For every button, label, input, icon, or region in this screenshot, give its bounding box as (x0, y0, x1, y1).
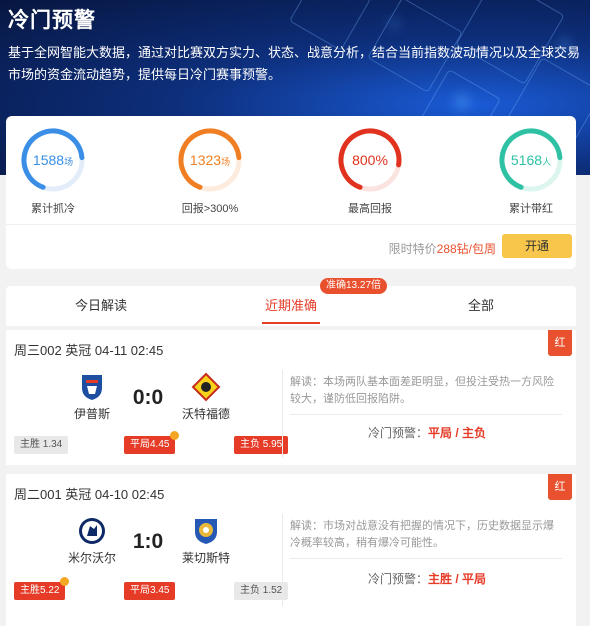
stat-label: 累计带红 (509, 203, 553, 215)
home-team: 伊普斯 (62, 372, 122, 422)
tab-today[interactable]: 今日解读 (6, 286, 196, 326)
stat-label: 最高回报 (348, 203, 392, 215)
glow-dot (455, 95, 469, 109)
away-team-name: 沃特福德 (181, 407, 230, 421)
hit-tag: 红 (548, 330, 572, 356)
home-team-name: 伊普斯 (73, 407, 110, 421)
stat-max-return: 800% 最高回报 (310, 127, 430, 216)
stat-value: 1588场 (32, 152, 74, 168)
match-analysis: 解读：市场对战意没有把握的情况下，历史数据显示爆冷概率较高，稍有爆冷可能性。 (290, 520, 554, 549)
home-team-name: 米尔沃尔 (67, 551, 116, 565)
active-tab-indicator (262, 322, 320, 324)
stat-label: 回报>300% (181, 203, 239, 215)
match-analysis: 解读：本场两队基本面差距明显，但投注受热一方风险较大，谨防低回报陷阱。 (290, 376, 554, 405)
divider (282, 514, 283, 606)
subscribe-button[interactable]: 开通 (502, 234, 572, 258)
match-title: 周三002 英冠 04-11 02:45 (14, 343, 164, 358)
tab-bar: 今日解读 近期准确 全部 (6, 286, 576, 326)
millwall-crest-icon (77, 516, 107, 546)
stat-value: 5168人 (510, 152, 552, 168)
hit-tag: 红 (548, 474, 572, 500)
accuracy-badge: 准确13.27倍 (320, 278, 388, 294)
home-team: 米尔沃尔 (62, 516, 122, 566)
odds-away-win: 主负 1.52 (234, 582, 289, 600)
divider (290, 558, 562, 559)
progress-ring: 800% (337, 127, 403, 193)
leicester-crest-icon (191, 516, 221, 546)
cold-warning: 冷门预警：主胜 / 平局 (368, 572, 487, 586)
match-score: 1:0 (132, 530, 164, 553)
stat-value: 1323场 (189, 152, 231, 168)
match-card[interactable]: 周三002 英冠 04-11 02:45 红 伊普斯 0:0 沃特福德 主胜 1… (6, 330, 576, 465)
check-badge-icon (170, 431, 180, 440)
away-team: 沃特福德 (176, 372, 236, 422)
watford-crest-icon (191, 372, 221, 402)
match-score: 0:0 (132, 386, 164, 409)
page-title: 冷门预警 (8, 9, 96, 32)
check-badge-icon (60, 577, 70, 586)
away-team: 莱切斯特 (176, 516, 236, 566)
page-description: 基于全网智能大数据，通过对比赛双方实力、状态、战意分析，结合当前指数波动情况以及… (8, 45, 581, 82)
stat-total-picks: 1588场 累计抓冷 (0, 127, 113, 216)
divider (282, 370, 283, 458)
stat-total-followers: 5168人 累计带红 (471, 127, 590, 216)
cold-warning: 冷门预警：平局 / 主负 (368, 426, 487, 440)
away-team-name: 莱切斯特 (181, 551, 230, 565)
tab-all[interactable]: 全部 (386, 286, 576, 326)
odds-draw: 平局4.45 (124, 431, 180, 454)
stat-value: 800% (352, 152, 388, 168)
match-card[interactable]: 周二001 英冠 04-10 02:45 红 米尔沃尔 1:0 莱切斯特 主胜5… (6, 474, 576, 626)
progress-ring: 1323场 (177, 127, 243, 193)
progress-ring: 5168人 (498, 127, 564, 193)
odds-home-win: 主胜5.22 (14, 577, 70, 600)
odds-home-win: 主胜 1.34 (14, 436, 69, 454)
stats-card: 1588场 累计抓冷 1323场 回报>300% 800% 最高回报 5168人… (6, 116, 576, 269)
match-title: 周二001 英冠 04-10 02:45 (14, 487, 165, 502)
glow-dot (390, 20, 398, 28)
ipswich-crest-icon (77, 372, 107, 402)
progress-ring: 1588场 (20, 127, 86, 193)
odds-away-win: 主负 5.95 (234, 436, 289, 454)
odds-draw: 平局3.45 (124, 582, 176, 600)
stat-label: 累计抓冷 (31, 203, 75, 215)
promo-text: 限时特价288钻/包周 (388, 242, 496, 256)
divider (6, 224, 576, 225)
divider (290, 414, 562, 415)
stat-high-return: 1323场 回报>300% (150, 127, 270, 216)
